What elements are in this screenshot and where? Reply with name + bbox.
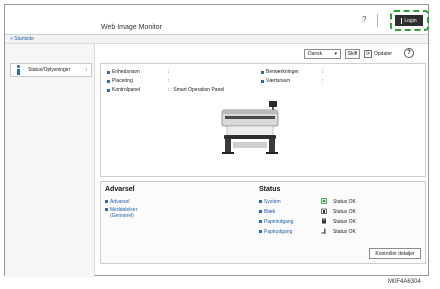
info-label: Bemærkninger [266, 69, 299, 75]
status-panel: Advarsel Advarsel Meddelelser (Gennerel)… [100, 181, 426, 264]
toolbar: Dansk ▾ Skift ⟳ Opdater ? [100, 48, 426, 63]
paper-input-icon [322, 218, 326, 224]
breadcrumb: « Startside [5, 35, 428, 44]
device-info-panel: Enhedsnavn : Placering : Kontrolpanel : … [100, 63, 426, 177]
status-link-system[interactable]: System [259, 199, 281, 205]
refresh-label: Opdater [374, 51, 393, 57]
change-language-button[interactable]: Skift [345, 49, 360, 59]
ink-icon [321, 208, 327, 214]
messages-link[interactable]: Meddelelser (Gennerel) [105, 207, 137, 219]
alert-link[interactable]: Advarsel [105, 199, 129, 205]
figure-caption: M0F4A6304 [388, 279, 421, 285]
status-value: Status OK [333, 209, 356, 215]
header-divider [377, 14, 378, 27]
info-row: Enhedsnavn : [107, 69, 173, 75]
status-value: Status OK [333, 219, 356, 225]
chevron-right-icon: › [85, 67, 87, 73]
language-value: Dansk [308, 51, 323, 57]
login-highlight-callout [390, 10, 429, 31]
status-link-paper-output[interactable]: Papirudgang [259, 229, 292, 235]
info-label: Placering [112, 78, 133, 84]
refresh-button[interactable]: ⟳ Opdater [364, 49, 392, 59]
sidebar: Status/Oplysninger › [5, 44, 95, 277]
refresh-icon: ⟳ [364, 50, 372, 58]
printer-image [221, 101, 279, 154]
status-link-ink[interactable]: Blæk [259, 209, 275, 215]
status-link-paper-input[interactable]: Papirindgang [259, 219, 293, 225]
info-row: Værtsnavn : [261, 78, 327, 84]
app-title: Web Image Monitor [101, 24, 162, 31]
help-circle-button[interactable]: ? [404, 48, 414, 58]
check-details-button[interactable]: Kontrollér detaljer [369, 248, 421, 259]
paper-output-icon [321, 228, 326, 234]
help-button[interactable]: ? [362, 15, 366, 24]
info-row: Bemærkninger : [261, 69, 327, 75]
status-title: Status [259, 186, 281, 193]
browser-frame: Web Image Monitor ? Login « Startside St… [4, 4, 429, 277]
header: Web Image Monitor ? Login [5, 5, 429, 35]
breadcrumb-home-link[interactable]: « Startside [10, 36, 34, 42]
chevron-down-icon: ▾ [334, 51, 337, 57]
alerts-title: Advarsel [105, 186, 135, 193]
status-value: Status OK [333, 229, 356, 235]
info-row: Kontrolpanel : Smart Operation Panel [107, 87, 224, 93]
info-value: Smart Operation Panel [173, 87, 225, 93]
system-status-icon [321, 198, 327, 204]
info-label: Enhedsnavn [112, 69, 140, 75]
status-value: Status OK [333, 199, 356, 205]
info-row: Placering : [107, 78, 173, 84]
info-icon [15, 65, 22, 75]
info-label: Kontrolpanel [112, 87, 141, 93]
sidebar-item-label: Status/Oplysninger [28, 67, 71, 73]
sidebar-item-status[interactable]: Status/Oplysninger › [10, 63, 92, 77]
info-label: Værtsnavn [266, 78, 291, 84]
language-select[interactable]: Dansk ▾ [304, 49, 341, 59]
